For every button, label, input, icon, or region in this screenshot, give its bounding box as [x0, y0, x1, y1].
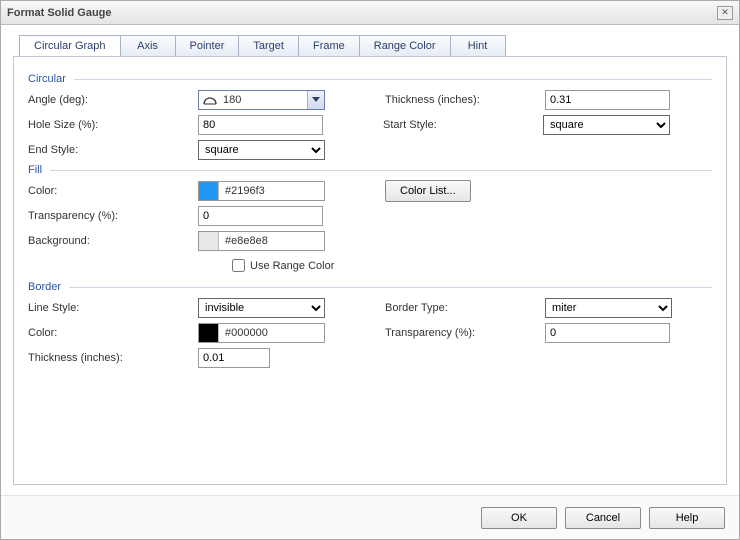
thickness-input[interactable] [545, 90, 670, 110]
section-circular: Circular [28, 73, 712, 85]
divider [74, 79, 712, 80]
border-line-style-select[interactable]: invisible [198, 298, 325, 318]
tab-range-color[interactable]: Range Color [360, 35, 451, 57]
hole-size-label: Hole Size (%): [28, 119, 198, 131]
dialog-footer: OK Cancel Help [1, 495, 739, 539]
angle-dropdown[interactable]: 180 [198, 90, 325, 110]
chevron-down-icon [307, 91, 324, 109]
color-list-button[interactable]: Color List... [385, 180, 471, 202]
border-color-label: Color: [28, 327, 198, 339]
tab-frame[interactable]: Frame [299, 35, 360, 57]
fill-background-hex: #e8e8e8 [219, 235, 268, 247]
tab-hint[interactable]: Hint [451, 35, 506, 57]
section-border: Border [28, 281, 712, 293]
dialog-title: Format Solid Gauge [7, 7, 112, 19]
tab-circular-graph[interactable]: Circular Graph [19, 35, 121, 57]
border-transparency-label: Transparency (%): [385, 327, 545, 339]
border-type-select[interactable]: miter [545, 298, 672, 318]
fill-color-label: Color: [28, 185, 198, 197]
section-fill-label: Fill [28, 164, 42, 176]
ok-button[interactable]: OK [481, 507, 557, 529]
tab-target[interactable]: Target [239, 35, 299, 57]
end-style-label: End Style: [28, 144, 198, 156]
border-transparency-input[interactable] [545, 323, 670, 343]
cancel-button[interactable]: Cancel [565, 507, 641, 529]
section-fill: Fill [28, 164, 712, 176]
use-range-color-checkbox[interactable] [232, 259, 245, 272]
fill-transparency-label: Transparency (%): [28, 210, 198, 222]
use-range-color-label: Use Range Color [250, 260, 334, 272]
help-button[interactable]: Help [649, 507, 725, 529]
angle-value: 180 [221, 94, 307, 106]
color-swatch-icon [199, 182, 219, 200]
titlebar: Format Solid Gauge ✕ [1, 1, 739, 25]
fill-background-label: Background: [28, 235, 198, 247]
border-thickness-label: Thickness (inches): [28, 352, 198, 364]
start-style-select[interactable]: square [543, 115, 670, 135]
angle-label: Angle (deg): [28, 94, 198, 106]
border-color-hex: #000000 [219, 327, 268, 339]
tab-strip: Circular Graph Axis Pointer Target Frame… [13, 35, 727, 57]
content-area: Circular Graph Axis Pointer Target Frame… [1, 25, 739, 495]
tab-axis[interactable]: Axis [121, 35, 176, 57]
section-circular-label: Circular [28, 73, 66, 85]
dialog-window: Format Solid Gauge ✕ Circular Graph Axis… [0, 0, 740, 540]
hole-size-input[interactable] [198, 115, 323, 135]
color-swatch-icon [199, 232, 219, 250]
border-thickness-input[interactable] [198, 348, 270, 368]
fill-transparency-input[interactable] [198, 206, 323, 226]
thickness-label: Thickness (inches): [385, 94, 545, 106]
close-icon: ✕ [721, 7, 729, 18]
semicircle-icon [203, 93, 217, 107]
border-color-picker[interactable]: #000000 [198, 323, 325, 343]
end-style-select[interactable]: square [198, 140, 325, 160]
fill-color-picker[interactable]: #2196f3 [198, 181, 325, 201]
close-button[interactable]: ✕ [717, 6, 733, 20]
border-line-style-label: Line Style: [28, 302, 198, 314]
border-type-label: Border Type: [385, 302, 545, 314]
divider [69, 287, 712, 288]
color-swatch-icon [199, 324, 219, 342]
tab-panel: Circular Angle (deg): 180 Thickness (inc… [13, 56, 727, 485]
fill-color-hex: #2196f3 [219, 185, 265, 197]
section-border-label: Border [28, 281, 61, 293]
start-style-label: Start Style: [383, 119, 543, 131]
tab-pointer[interactable]: Pointer [176, 35, 240, 57]
divider [50, 170, 712, 171]
fill-background-picker[interactable]: #e8e8e8 [198, 231, 325, 251]
